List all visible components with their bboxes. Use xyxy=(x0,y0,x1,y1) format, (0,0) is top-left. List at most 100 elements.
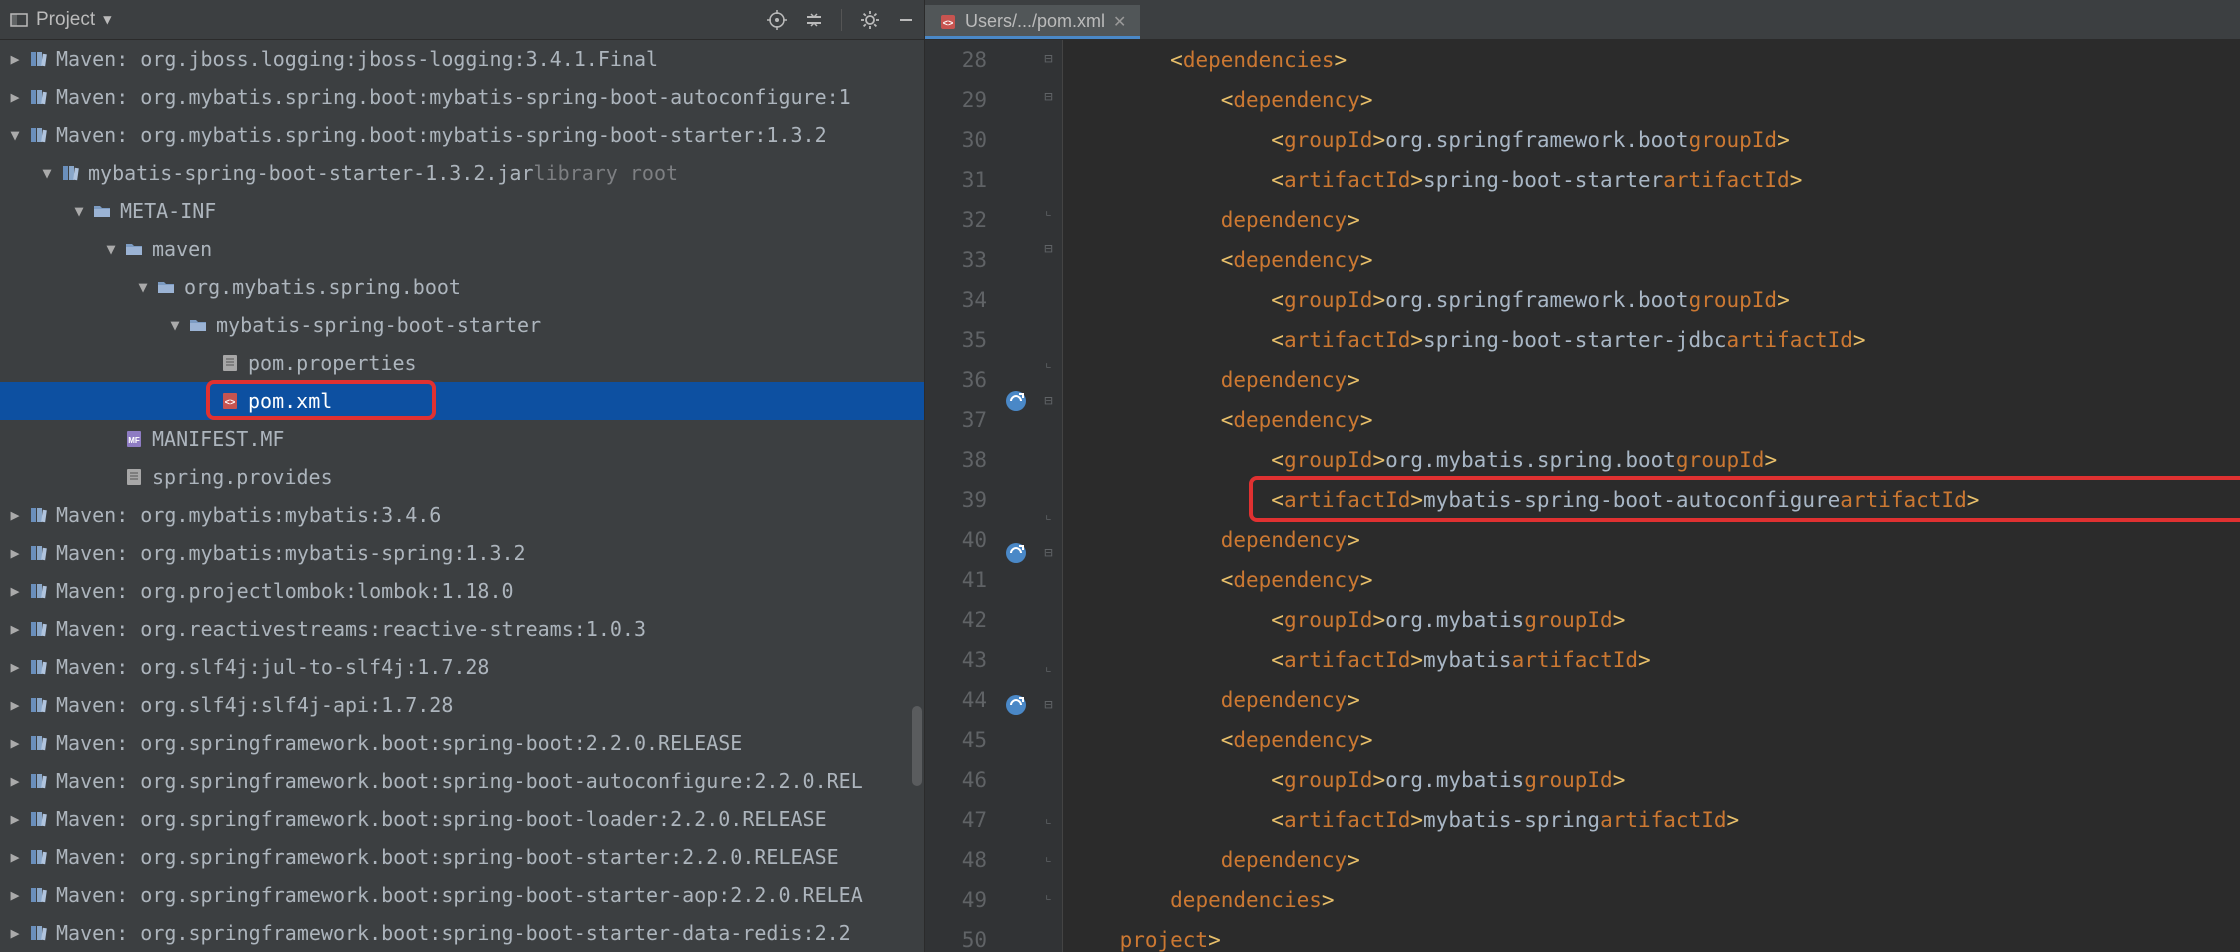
disclosure-icon[interactable]: ▶ xyxy=(4,876,26,914)
bean-gutter-icon[interactable] xyxy=(997,534,1035,572)
tree-row[interactable]: ▶ Maven: org.jboss.logging:jboss-logging:… xyxy=(0,40,924,78)
project-tree[interactable]: ▶ Maven: org.jboss.logging:jboss-logging:… xyxy=(0,40,924,952)
disclosure-icon[interactable]: ▶ xyxy=(4,78,26,116)
disclosure-icon[interactable]: ▶ xyxy=(4,762,26,800)
tree-row[interactable]: ▶Maven: org.mybatis:mybatis:3.4.6 xyxy=(0,496,924,534)
code-line[interactable]: <groupId>org.mybatisgroupId> xyxy=(1069,760,2240,800)
tree-row[interactable]: MFMANIFEST.MF xyxy=(0,420,924,458)
bean-gutter-icon[interactable] xyxy=(997,686,1035,724)
tree-row[interactable]: ▶Maven: org.springframework.boot:spring-… xyxy=(0,914,924,952)
disclosure-icon[interactable]: ▶ xyxy=(4,610,26,648)
tree-row[interactable]: ▶Maven: org.projectlombok:lombok:1.18.0 xyxy=(0,572,924,610)
tree-row[interactable]: ▼ META-INF xyxy=(0,192,924,230)
tree-row[interactable]: ▼Maven: org.mybatis.spring.boot:mybatis-… xyxy=(0,116,924,154)
code-line[interactable]: <dependencies> xyxy=(1069,40,2240,80)
code-line[interactable]: <dependency> xyxy=(1069,720,2240,760)
disclosure-icon[interactable]: ▶ xyxy=(4,572,26,610)
code-line[interactable]: <dependency> xyxy=(1069,240,2240,280)
fold-toggle-icon[interactable]: ⊟ xyxy=(1035,382,1062,420)
tree-row[interactable]: pom.properties xyxy=(0,344,924,382)
code-line[interactable]: <groupId>org.mybatis.spring.bootgroupId> xyxy=(1069,440,2240,480)
code-line[interactable]: <groupId>org.mybatisgroupId> xyxy=(1069,600,2240,640)
disclosure-icon[interactable]: ▶ xyxy=(4,914,26,952)
svg-text:MF: MF xyxy=(128,436,140,445)
tree-row[interactable]: ▶Maven: org.springframework.boot:spring-… xyxy=(0,838,924,876)
disclosure-icon[interactable]: ▶ xyxy=(4,534,26,572)
close-icon[interactable]: ✕ xyxy=(1113,12,1126,32)
project-panel-title[interactable]: Project xyxy=(36,9,95,31)
tree-row[interactable]: ▶Maven: org.slf4j:jul-to-slf4j:1.7.28 xyxy=(0,648,924,686)
code-line[interactable]: dependency> xyxy=(1069,520,2240,560)
tree-row[interactable]: ▶ Maven: org.mybatis:mybatis-spring:1.3.2 xyxy=(0,534,924,572)
code-line[interactable]: dependency> xyxy=(1069,360,2240,400)
tree-label: Maven: org.mybatis:mybatis-spring:1.3.2 xyxy=(56,534,526,572)
tree-row[interactable]: ▶Maven: org.springframework.boot:spring-… xyxy=(0,762,924,800)
disclosure-icon[interactable]: ▶ xyxy=(4,724,26,762)
fold-toggle-icon[interactable]: ⊟ xyxy=(1035,230,1062,268)
tree-label: Maven: org.jboss.logging:jboss-logging:3… xyxy=(56,40,658,78)
disclosure-icon[interactable]: ▶ xyxy=(4,496,26,534)
lib-icon xyxy=(26,123,50,147)
tree-row[interactable]: ▶Maven: org.reactivestreams:reactive-str… xyxy=(0,610,924,648)
code-line[interactable]: <dependency> xyxy=(1069,560,2240,600)
code-line[interactable]: <artifactId>spring-boot-starter-jdbcarti… xyxy=(1069,320,2240,360)
collapse-icon[interactable] xyxy=(805,11,823,29)
code-line[interactable]: <dependency> xyxy=(1069,400,2240,440)
code-line[interactable]: dependency> xyxy=(1069,200,2240,240)
code-line[interactable]: <artifactId>mybatis-springartifactId> xyxy=(1069,800,2240,840)
disclosure-icon[interactable]: ▶ xyxy=(4,40,26,78)
code-line[interactable]: <artifactId>mybatis-spring-boot-autoconf… xyxy=(1069,480,2240,520)
editor-tab[interactable]: <> Users/.../pom.xml ✕ xyxy=(925,5,1140,39)
gear-icon[interactable] xyxy=(860,10,880,30)
locate-icon[interactable] xyxy=(767,10,787,30)
fold-gutter[interactable]: ⊟⊟⌞⊟⌞⊟⌞⊟⌞⊟⌞⌞⌞ xyxy=(1035,40,1063,952)
code-line[interactable]: project> xyxy=(1069,920,2240,952)
fold-toggle-icon[interactable]: ⊟ xyxy=(1035,78,1062,116)
tree-row[interactable]: ▶Maven: org.mybatis.spring.boot:mybatis-… xyxy=(0,78,924,116)
tree-row[interactable]: ▶Maven: org.slf4j:slf4j-api:1.7.28 xyxy=(0,686,924,724)
code-line[interactable]: <artifactId>spring-boot-starterartifactI… xyxy=(1069,160,2240,200)
fold-toggle-icon[interactable]: ⊟ xyxy=(1035,686,1062,724)
tree-row[interactable]: ▼ mybatis-spring-boot-starter-1.3.2.jar l… xyxy=(0,154,924,192)
tree-row[interactable]: ▶Maven: org.springframework.boot:spring-… xyxy=(0,800,924,838)
project-dropdown-icon[interactable]: ▼ xyxy=(103,12,111,28)
disclosure-icon[interactable]: ▶ xyxy=(4,800,26,838)
code-line[interactable]: dependencies> xyxy=(1069,880,2240,920)
code-area[interactable]: <dependencies> <dependency> <groupId>org… xyxy=(1063,40,2240,952)
fold-toggle-icon[interactable]: ⊟ xyxy=(1035,40,1062,78)
minimize-icon[interactable] xyxy=(898,12,914,28)
disclosure-icon[interactable]: ▼ xyxy=(68,192,90,230)
bean-gutter-icon[interactable] xyxy=(997,382,1035,420)
disclosure-icon[interactable]: ▼ xyxy=(36,154,58,192)
code-line[interactable]: dependency> xyxy=(1069,840,2240,880)
gutter-icon-column[interactable] xyxy=(997,40,1035,952)
lib-icon xyxy=(26,769,50,793)
tree-row[interactable]: <>pom.xml xyxy=(0,382,924,420)
tree-row[interactable]: ▼org.mybatis.spring.boot xyxy=(0,268,924,306)
disclosure-icon[interactable]: ▶ xyxy=(4,838,26,876)
code-line[interactable]: <groupId>org.springframework.bootgroupId… xyxy=(1069,120,2240,160)
disclosure-icon[interactable]: ▼ xyxy=(164,306,186,344)
disclosure-icon[interactable]: ▼ xyxy=(100,230,122,268)
tree-row[interactable]: ▶Maven: org.springframework.boot:spring-… xyxy=(0,876,924,914)
code-line[interactable]: dependency> xyxy=(1069,680,2240,720)
disclosure-icon[interactable]: ▼ xyxy=(4,116,26,154)
code-line[interactable]: <dependency> xyxy=(1069,80,2240,120)
tree-label: META-INF xyxy=(120,192,216,230)
code-line[interactable]: <groupId>org.springframework.bootgroupId… xyxy=(1069,280,2240,320)
tree-row[interactable]: spring.provides xyxy=(0,458,924,496)
tree-row[interactable]: ▼mybatis-spring-boot-starter xyxy=(0,306,924,344)
tree-row[interactable]: ▼maven xyxy=(0,230,924,268)
tree-label: mybatis-spring-boot-starter-1.3.2.jar xyxy=(88,154,534,192)
lib-icon xyxy=(26,541,50,565)
tree-row[interactable]: ▶Maven: org.springframework.boot:spring-… xyxy=(0,724,924,762)
tree-suffix: library root xyxy=(534,154,679,192)
svg-text:<>: <> xyxy=(943,18,954,28)
code-line[interactable]: <artifactId>mybatisartifactId> xyxy=(1069,640,2240,680)
scrollbar-thumb[interactable] xyxy=(912,706,922,786)
disclosure-icon[interactable]: ▶ xyxy=(4,686,26,724)
disclosure-icon[interactable]: ▶ xyxy=(4,648,26,686)
line-number-gutter[interactable]: 2829303132333435363738394041424344454647… xyxy=(925,40,997,952)
disclosure-icon[interactable]: ▼ xyxy=(132,268,154,306)
fold-toggle-icon[interactable]: ⊟ xyxy=(1035,534,1062,572)
